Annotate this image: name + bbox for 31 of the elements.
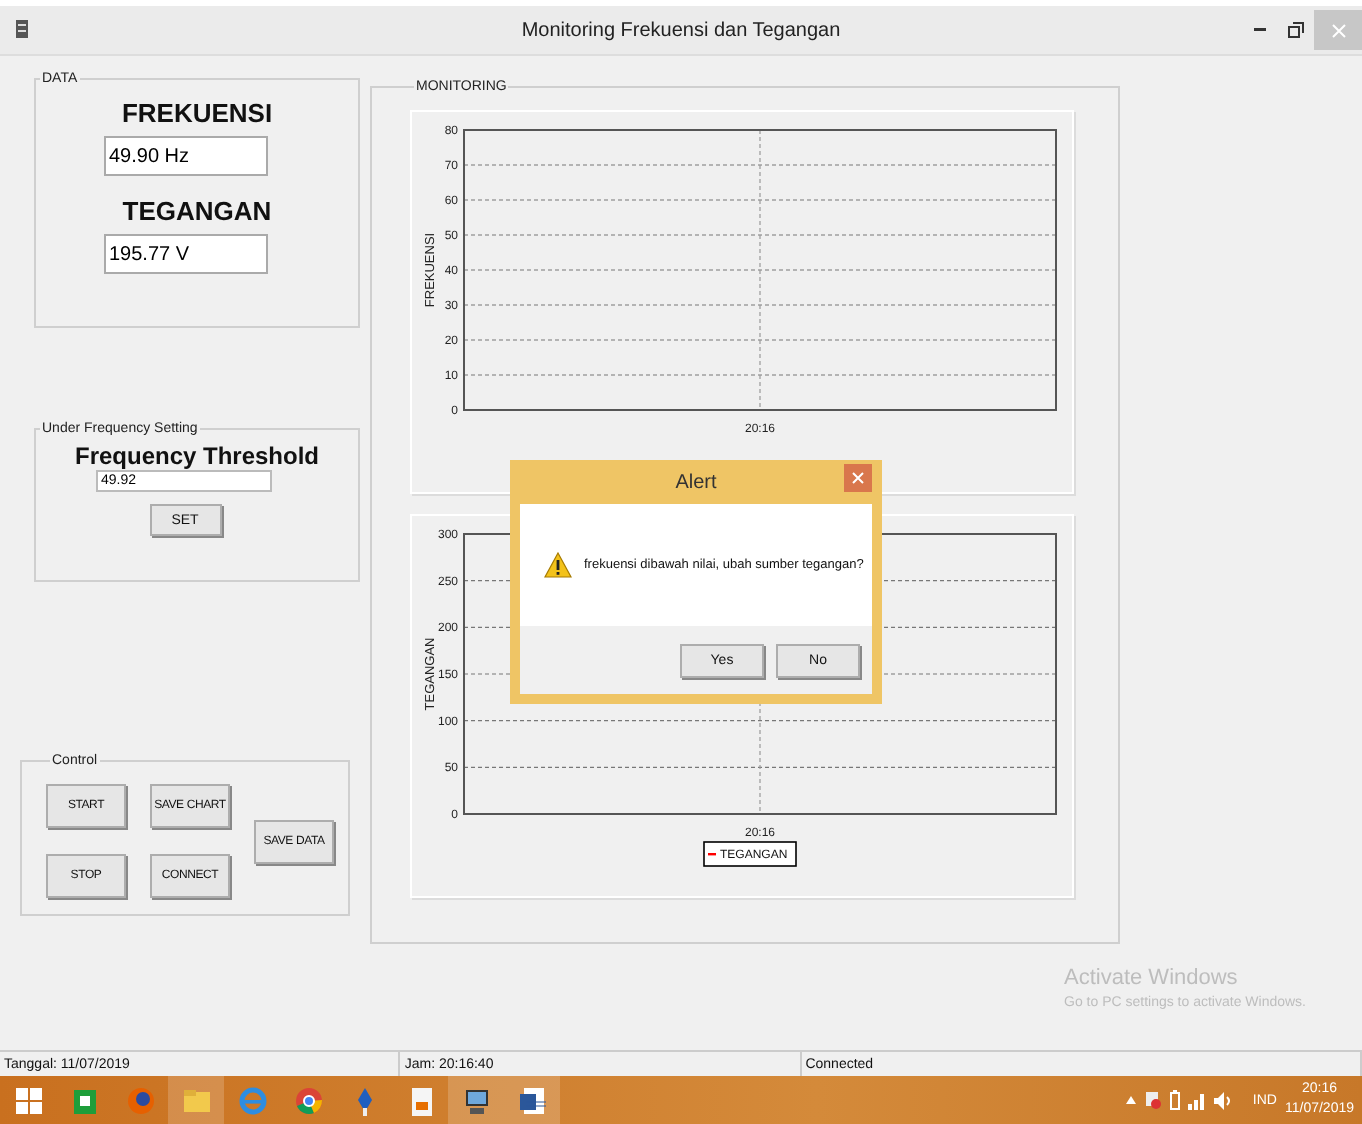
flag-icon[interactable] (1144, 1090, 1163, 1110)
field-label: Frequency Threshold (74, 442, 320, 470)
browser-icon (295, 1087, 321, 1113)
taskbar-button[interactable] (448, 1076, 504, 1124)
store-icon (73, 1089, 95, 1113)
legend-box (703, 841, 797, 867)
close-button[interactable] (844, 464, 872, 492)
document-icon (519, 1087, 546, 1113)
value-field[interactable]: 195.77 V (103, 234, 267, 274)
monitor-icon (465, 1089, 487, 1113)
taskbar-button[interactable] (504, 1076, 560, 1124)
diamond-icon (357, 1087, 371, 1115)
signal-icon[interactable] (1188, 1091, 1207, 1109)
browser-icon (127, 1087, 153, 1113)
browser-icon (238, 1086, 266, 1114)
field-label: TEGANGAN (122, 196, 272, 226)
folder-icon (183, 1089, 209, 1111)
restore-icon (1288, 22, 1304, 38)
field-label: FREKUENSI (121, 98, 273, 128)
close-icon (1331, 23, 1345, 37)
window-title: Monitoring Frekuensi dan Tegangan (521, 19, 841, 41)
dialog-title: Alert (675, 471, 717, 493)
speaker-icon[interactable] (1214, 1091, 1233, 1109)
windows-logo-icon (15, 1087, 41, 1113)
battery-icon[interactable] (1170, 1090, 1181, 1110)
caret-up-icon[interactable] (1126, 1096, 1137, 1104)
minimize-icon (1254, 28, 1266, 32)
app-icon (16, 20, 28, 38)
warning-icon (544, 552, 572, 578)
value-field[interactable]: 49.90 Hz (103, 136, 267, 176)
close-icon (852, 472, 864, 484)
